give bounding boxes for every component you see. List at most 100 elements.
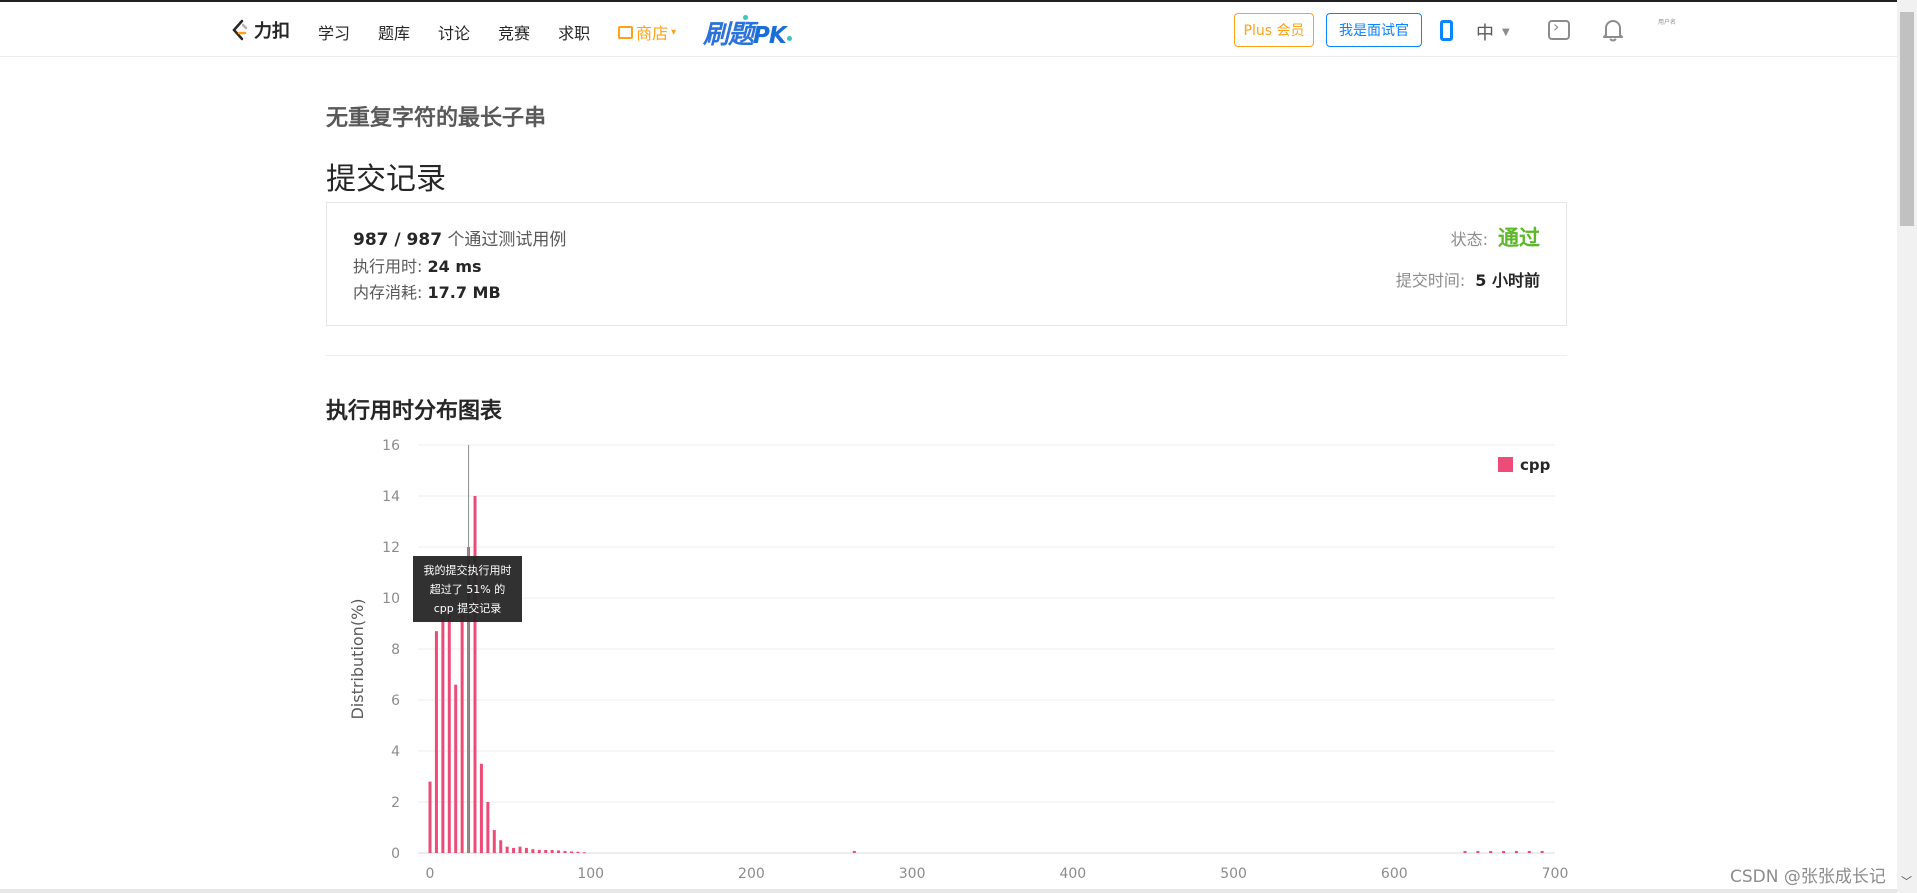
scrollbar-thumb[interactable] — [1900, 12, 1914, 226]
runtime-distribution-chart[interactable]: 0 2 4 6 8 10 12 14 16 0 100 200 300 400 500 600 700 Distr… — [330, 430, 1570, 885]
legend-label: cpp — [1520, 456, 1551, 474]
x-tick-label: 200 — [738, 866, 765, 882]
language-label: 中 — [1476, 23, 1494, 44]
top-navbar: 力扣 学习 题库 讨论 竞赛 求职 商店 ▾ 刷题PK Plus 会员 我是面试… — [0, 0, 1897, 57]
memory-row: 内存消耗: 17.7 MB — [353, 279, 501, 303]
bottom-edge — [0, 889, 1897, 893]
y-tick-label: 2 — [391, 795, 400, 811]
chart-bar — [1514, 850, 1518, 853]
chart-bar — [576, 851, 580, 853]
chart-bar — [434, 631, 438, 853]
chart-bar — [563, 850, 567, 853]
memory-label: 内存消耗: — [353, 283, 423, 302]
chart-bar — [544, 849, 548, 853]
nav-item-contest[interactable]: 竞赛 — [498, 20, 530, 44]
bell-icon[interactable] — [1602, 18, 1624, 42]
y-tick-label: 0 — [391, 846, 400, 862]
chart-bar — [518, 846, 522, 853]
y-tick-label: 10 — [382, 591, 400, 607]
chart-bar — [582, 852, 586, 854]
chart-bar — [1476, 850, 1480, 853]
y-tick-label: 14 — [382, 489, 400, 505]
submit-time-label: 提交时间: — [1395, 271, 1466, 290]
pk-logo-suffix: PK — [753, 23, 787, 49]
pk-logo-text: 刷题 — [703, 20, 754, 50]
nav-item-jobs[interactable]: 求职 — [558, 20, 590, 44]
runtime-label: 执行用时: — [353, 257, 423, 276]
memory-value: 17.7 MB — [427, 283, 501, 302]
y-tick-label: 12 — [382, 540, 400, 556]
leetcode-logo[interactable]: 力扣 — [230, 17, 290, 43]
chart-bar — [479, 763, 483, 853]
chart-bar — [473, 496, 477, 853]
x-tick-label: 600 — [1381, 866, 1408, 882]
watermark: CSDN @张张成长记 — [1730, 867, 1886, 887]
x-tick-label: 100 — [577, 866, 604, 882]
mobile-icon[interactable] — [1440, 20, 1453, 41]
chart-bar — [1489, 850, 1493, 853]
problem-title[interactable]: 无重复字符的最长子串 — [326, 100, 546, 132]
x-tick-label: 700 — [1542, 866, 1569, 882]
chart-title: 执行用时分布图表 — [326, 399, 503, 424]
test-cases-label: 个通过测试用例 — [447, 230, 567, 250]
chart-bar — [492, 830, 496, 853]
nav-item-problems[interactable]: 题库 — [378, 20, 410, 44]
y-tick-label: 8 — [391, 642, 400, 658]
runtime-value: 24 ms — [427, 257, 482, 276]
chart-bar — [1502, 850, 1506, 853]
nav-item-discuss[interactable]: 讨论 — [438, 20, 470, 44]
interviewer-button[interactable]: 我是面试官 — [1326, 13, 1422, 47]
avatar[interactable]: 用户名 — [1656, 19, 1678, 41]
submit-time-value: 5 小时前 — [1475, 271, 1540, 290]
pk-logo[interactable]: 刷题PK — [703, 14, 792, 51]
divider — [326, 355, 1567, 356]
chart-bar — [512, 847, 516, 853]
tooltip-line: 我的提交执行用时 — [423, 564, 512, 577]
chart-bar — [1540, 850, 1544, 853]
status-label: 状态: — [1450, 230, 1488, 249]
chart-bar — [454, 684, 458, 853]
submission-result-card: 987 / 987 个通过测试用例 执行用时: 24 ms 内存消耗: 17.7… — [326, 202, 1567, 326]
chart-bar — [1527, 850, 1531, 853]
y-tick-label: 4 — [391, 744, 400, 760]
chevron-down-icon: ▼ — [1502, 26, 1510, 38]
store-label: 商店 — [636, 24, 669, 43]
test-cases-summary: 987 / 987 个通过测试用例 — [353, 225, 566, 250]
status-badge: 通过 — [1498, 226, 1540, 250]
chart-bar — [486, 802, 490, 853]
x-tick-label: 400 — [1059, 866, 1086, 882]
chart-bar — [1463, 850, 1467, 853]
y-axis-label: Distribution(%) — [348, 598, 367, 719]
chart-bar — [852, 850, 856, 853]
scroll-down-icon[interactable]: ﹀ — [1901, 873, 1912, 889]
submit-time-row: 提交时间: 5 小时前 — [1396, 267, 1540, 291]
chart-bar — [499, 840, 503, 853]
tooltip-line: 超过了 51% 的 — [429, 583, 506, 596]
chevron-down-icon: ▾ — [671, 26, 677, 38]
chart-bar — [537, 849, 541, 853]
language-select[interactable]: 中 ▼ — [1476, 19, 1510, 45]
status-row: 状态: 通过 — [1451, 222, 1540, 252]
chart-bar — [428, 781, 432, 853]
chart-bar — [441, 615, 445, 853]
main-nav: 学习 题库 讨论 竞赛 求职 商店 ▾ — [318, 20, 704, 44]
chart-bar — [550, 849, 554, 853]
page-title: 提交记录 — [326, 162, 446, 197]
chart-bar — [447, 613, 451, 853]
page-scrollbar[interactable]: ﹀ — [1897, 0, 1917, 893]
nav-item-store[interactable]: 商店 ▾ — [618, 20, 676, 44]
nav-item-learn[interactable]: 学习 — [318, 20, 350, 44]
sparkle-icon — [743, 15, 748, 20]
y-tick-label: 16 — [382, 438, 400, 454]
console-icon[interactable] — [1548, 17, 1570, 40]
chart-tooltip: 我的提交执行用时 超过了 51% 的 cpp 提交记录 — [413, 556, 522, 622]
chart-bar — [569, 851, 573, 853]
chart-bar — [460, 613, 464, 853]
sparkle-icon — [787, 36, 792, 41]
tooltip-line: cpp 提交记录 — [433, 602, 502, 615]
chart-bar — [505, 846, 509, 853]
plus-member-button[interactable]: Plus 会员 — [1234, 13, 1314, 47]
store-icon — [618, 25, 634, 39]
y-tick-label: 6 — [391, 693, 400, 709]
x-tick-label: 300 — [899, 866, 926, 882]
